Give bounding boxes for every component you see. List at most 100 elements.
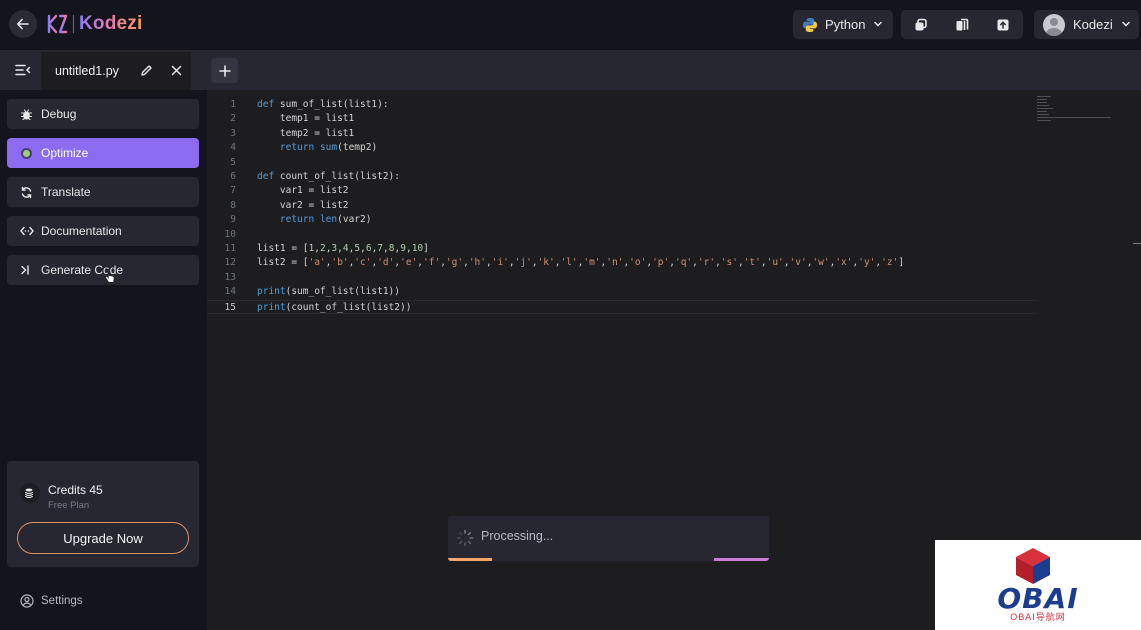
code-line[interactable]: 8 var2 = list2: [207, 199, 1037, 213]
code-token: temp2 = list1: [257, 127, 355, 139]
spinner-icon: [456, 529, 474, 547]
code-text: list2 = ['a','b','c','d','e','f','g','h'…: [257, 256, 904, 270]
optimize-button[interactable]: Optimize: [7, 138, 199, 168]
progress-bar-start: [448, 558, 492, 561]
code-token: 'h': [468, 257, 486, 269]
code-token: (var2): [337, 214, 372, 226]
code-text: def sum_of_list(list1):: [257, 98, 389, 112]
code-token: var1 = list2: [257, 185, 349, 197]
line-number: 8: [230, 199, 236, 211]
scrollbar[interactable]: [1133, 243, 1141, 244]
code-token: list1 = [: [257, 243, 309, 254]
code-token: ]: [898, 257, 905, 269]
sidebar-toggle-button[interactable]: [8, 60, 38, 80]
line-number: 6: [230, 171, 236, 182]
generate-code-button[interactable]: Generate Code: [7, 255, 199, 285]
code-line[interactable]: 2 temp1 = list1: [207, 112, 1037, 126]
code-token: (sum_of_list(list1)): [285, 286, 400, 298]
documentation-button[interactable]: Documentation: [7, 216, 199, 246]
line-number: 9: [230, 214, 236, 226]
code-token: sum_of_list(list1):: [274, 99, 389, 110]
user-menu[interactable]: Kodezi: [1034, 10, 1139, 39]
settings-link[interactable]: Settings: [20, 594, 83, 608]
code-token: 'z': [881, 257, 899, 269]
code-token: var2 = list2: [257, 199, 349, 211]
library-button[interactable]: [942, 10, 983, 39]
line-number: 12: [224, 257, 236, 269]
code-token: (count_of_list(list2)): [285, 301, 412, 313]
line-number: 15: [224, 301, 236, 313]
pencil-icon[interactable]: [140, 64, 153, 77]
code-line[interactable]: 3 temp2 = list1: [207, 127, 1037, 141]
code-token: return: [279, 142, 315, 154]
documentation-label: Documentation: [41, 224, 122, 238]
line-number: 11: [224, 243, 236, 254]
user-circle-icon: [20, 594, 34, 608]
code-token: temp1 = list1: [257, 113, 355, 125]
cube-logo-icon: [1016, 548, 1050, 584]
upgrade-now-button[interactable]: Upgrade Now: [17, 522, 189, 554]
credits-card: Credits 45 Free Plan Upgrade Now: [7, 461, 199, 567]
code-token: print: [257, 286, 286, 298]
code-text: def count_of_list(list2):: [257, 170, 400, 184]
line-number: 13: [224, 271, 236, 283]
code-line[interactable]: 4 return sum(temp2): [207, 141, 1037, 155]
code-line[interactable]: 7 var1 = list2: [207, 184, 1037, 198]
line-number: 10: [224, 228, 236, 240]
plan-label: Free Plan: [48, 500, 90, 511]
code-token: print: [257, 301, 286, 313]
mouse-cursor-icon: [105, 269, 115, 283]
back-button[interactable]: [9, 10, 37, 38]
add-tab-button[interactable]: [211, 58, 238, 83]
debug-label: Debug: [41, 107, 77, 121]
code-token: 'u': [766, 257, 784, 269]
code-token: 'g': [445, 257, 464, 269]
code-line[interactable]: 5: [207, 156, 1037, 170]
code-line[interactable]: 15 print(count_of_list(list2)): [207, 299, 1037, 315]
code-text: var1 = list2: [257, 184, 349, 198]
user-name: Kodezi: [1073, 17, 1113, 32]
code-token: 'n': [606, 257, 624, 269]
code-token: 'j': [514, 257, 532, 269]
code-line[interactable]: 6 def count_of_list(list2):: [207, 170, 1037, 184]
minimap[interactable]: [1037, 96, 1117, 124]
coins-icon: [20, 483, 40, 503]
code-token: 'm': [583, 257, 601, 269]
processing-message: Processing...: [481, 529, 554, 543]
toolbar-actions: [901, 10, 1023, 39]
close-icon[interactable]: [170, 64, 183, 77]
debug-button[interactable]: Debug: [7, 99, 199, 129]
code-line[interactable]: 9 return len(var2): [207, 213, 1037, 227]
code-token: 't': [743, 257, 761, 269]
translate-icon: [19, 185, 34, 200]
translate-button[interactable]: Translate: [7, 177, 199, 207]
code-text: print(count_of_list(list2)): [257, 301, 411, 315]
code-text: list1 = [1,2,3,4,5,6,7,8,9,10]: [257, 242, 429, 256]
code-line[interactable]: 10: [207, 228, 1037, 242]
code-token: list2 = [: [257, 257, 309, 269]
python-icon: [803, 17, 817, 32]
code-line[interactable]: 13: [207, 271, 1037, 285]
code-token: ]: [423, 243, 429, 254]
code-text: return len(var2): [257, 213, 372, 227]
line-number: 4: [230, 142, 236, 154]
code-token: 10: [411, 243, 424, 254]
code-line[interactable]: 1 def sum_of_list(list1):: [207, 98, 1037, 112]
code-token: 'i': [491, 257, 509, 269]
code-token: count_of_list(list2):: [274, 171, 401, 182]
tab-untitled1[interactable]: untitled1.py: [41, 52, 191, 90]
export-button[interactable]: [982, 10, 1023, 39]
language-select[interactable]: Python: [793, 10, 893, 39]
code-line[interactable]: 12 list2 = ['a','b','c','d','e','f','g','…: [207, 256, 1037, 270]
code-line[interactable]: 11 list1 = [1,2,3,4,5,6,7,8,9,10]: [207, 242, 1037, 256]
code-token: return: [279, 214, 315, 226]
line-number: 1: [230, 99, 236, 110]
optimize-icon: [19, 146, 34, 161]
code-line[interactable]: 14 print(sum_of_list(list1)): [207, 285, 1037, 299]
code-token: 'v': [789, 257, 807, 269]
code-token: def: [257, 99, 275, 110]
copy-button[interactable]: [901, 10, 942, 39]
code-token: 'y': [858, 257, 876, 269]
bug-icon: [19, 107, 34, 122]
